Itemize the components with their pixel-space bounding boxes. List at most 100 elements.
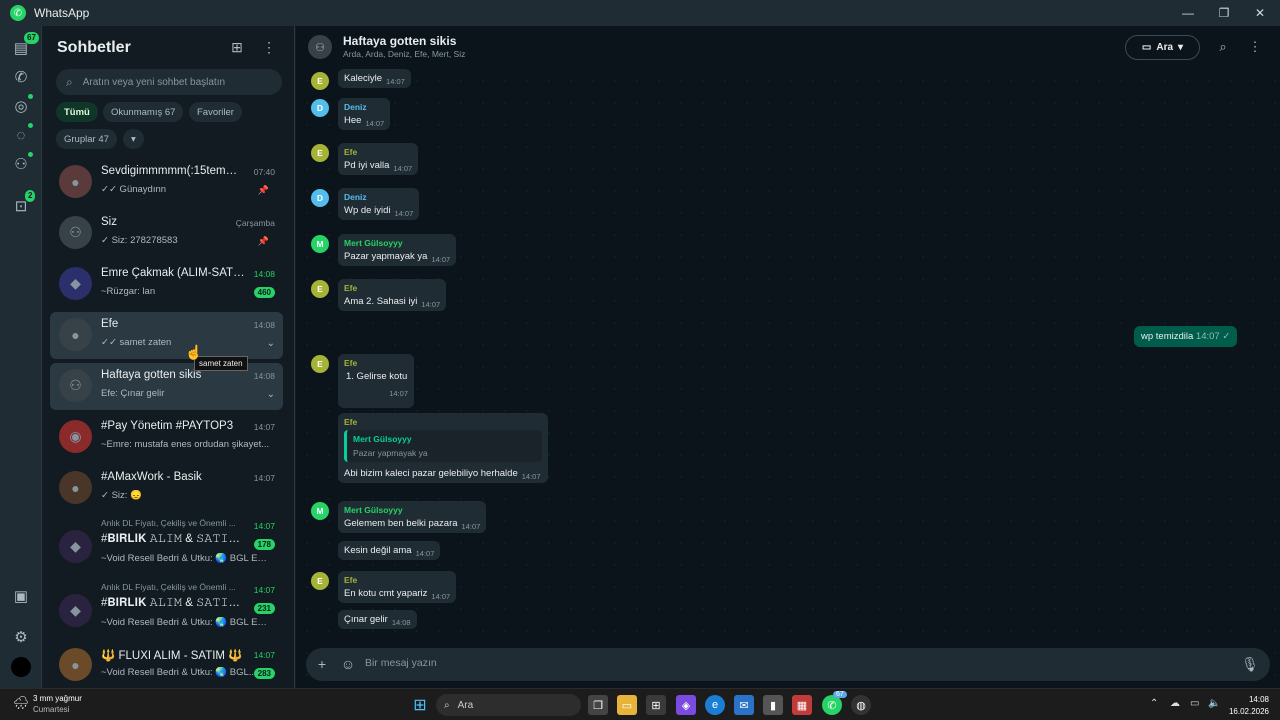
menu-icon[interactable]: ⋮ xyxy=(1246,38,1264,56)
message-input[interactable] xyxy=(365,657,1215,669)
chat-item[interactable]: ◆ Emre Çakmak (ALIM-SATIM) ... 14:08 ~Rü… xyxy=(50,261,283,308)
new-chat-icon[interactable]: ⊞ xyxy=(228,38,246,56)
close-button[interactable]: ✕ xyxy=(1242,0,1278,26)
volume-icon[interactable]: 🔈 xyxy=(1208,698,1220,709)
calls-icon[interactable]: ✆ xyxy=(11,67,31,87)
group-name[interactable]: Haftaya gotten sikis xyxy=(343,34,456,48)
media-icon[interactable]: ▣ xyxy=(11,586,31,606)
sender-name[interactable]: Efe xyxy=(344,417,542,427)
search-input[interactable] xyxy=(82,76,263,88)
task-view-icon[interactable]: ❐ xyxy=(588,695,608,715)
maximize-button[interactable]: ❐ xyxy=(1206,0,1242,26)
sender-avatar[interactable]: D xyxy=(311,189,329,207)
group-avatar[interactable]: ⚇ xyxy=(308,35,332,59)
filter-favorites[interactable]: Favoriler xyxy=(189,102,242,122)
microphone-icon[interactable]: 🎙 xyxy=(1241,656,1259,672)
message-time: 14:07 xyxy=(415,549,435,558)
sender-avatar[interactable]: M xyxy=(311,502,329,520)
sender-avatar[interactable]: M xyxy=(311,235,329,253)
game-icon[interactable]: ▦ xyxy=(792,695,812,715)
chat-item[interactable]: ● Efe 14:08 ✓✓ samet zaten ⌄ xyxy=(50,312,283,359)
message-time: 14:07 xyxy=(394,209,414,218)
profile-avatar[interactable] xyxy=(11,657,31,677)
filter-groups[interactable]: Gruplar 47 xyxy=(56,129,117,149)
sidebar-title: Sohbetler xyxy=(57,39,131,56)
office-icon[interactable]: ◈ xyxy=(676,695,696,715)
sender-name[interactable]: Efe xyxy=(344,283,440,293)
attach-plus-icon[interactable]: + xyxy=(314,656,330,672)
chat-item[interactable]: Anlık DL Fiyatı, Çekiliş ve Önemli ... ◆… xyxy=(50,580,283,636)
emoji-icon[interactable]: ☺ xyxy=(340,656,356,672)
network-icon[interactable]: ▭ xyxy=(1190,698,1199,709)
chat-item[interactable]: ● Sevdigimmmmm(:15temmuz 07:40 ✓✓ Günayd… xyxy=(50,159,283,206)
chat-preview: ~Void Resell Bedri & Utku: 🌏 BGL... xyxy=(101,667,257,678)
menu-icon[interactable]: ⋮ xyxy=(260,38,278,56)
sender-name[interactable]: Deniz xyxy=(344,102,384,112)
message-bubble: Efe Ama 2. Sahasi iyi 14:07 xyxy=(338,279,447,311)
message-time: 14:07 xyxy=(393,164,413,173)
store-icon[interactable]: ⊞ xyxy=(646,695,666,715)
outgoing-message: wp temizdila 14:07 ✓ xyxy=(1134,326,1238,347)
message-bubble-reply: Efe Mert Gülsoyyy Pazar yapmayak ya Abi … xyxy=(338,413,548,483)
sender-name[interactable]: Efe xyxy=(344,147,412,157)
settings-icon[interactable]: ⚙ xyxy=(11,627,31,647)
sender-avatar[interactable]: E xyxy=(311,355,329,373)
chevron-up-icon[interactable]: ⌃ xyxy=(1150,698,1158,709)
clock[interactable]: 14:08 16.02.2026 xyxy=(1229,694,1269,718)
sender-avatar[interactable]: E xyxy=(311,572,329,590)
chat-item-active[interactable]: ⚇ Haftaya gotten sikis 14:08 Efe: Çınar … xyxy=(50,363,283,410)
chat-name: 🔱 FLUXI ALIM - SATIM 🔱 xyxy=(101,650,243,662)
filter-all[interactable]: Tümü xyxy=(56,102,98,122)
whatsapp-taskbar-icon[interactable]: ✆ xyxy=(822,695,842,715)
message-bubble: Efe 1. Gelirse kotu 14:07 xyxy=(338,354,414,408)
sender-name[interactable]: Deniz xyxy=(344,192,413,202)
mail-icon[interactable]: ✉ xyxy=(734,695,754,715)
sender-name[interactable]: Mert Gülsoyyy xyxy=(344,505,480,515)
sender-avatar[interactable]: E xyxy=(311,72,329,90)
group-avatar: ⚇ xyxy=(59,369,92,402)
sender-avatar[interactable]: E xyxy=(311,144,329,162)
taskbar-search[interactable]: ⌕ Ara xyxy=(436,694,581,716)
sender-name[interactable]: Mert Gülsoyyy xyxy=(344,238,450,248)
search-icon[interactable]: ⌕ xyxy=(1214,38,1232,56)
chat-item[interactable]: ⚇ Siz Çarşamba ✓ Siz: 278278583 📌 xyxy=(50,210,283,257)
chat-item[interactable]: ◉ #Pay Yönetim #PAYTOP3 14:07 ~Emre: mus… xyxy=(50,414,283,461)
filter-unread[interactable]: Okunmamış 67 xyxy=(103,102,184,122)
avatar: ● xyxy=(59,165,92,198)
status-icon[interactable]: ◎ xyxy=(11,96,31,116)
sender-avatar[interactable]: E xyxy=(311,280,329,298)
communities-icon[interactable]: ⚇ xyxy=(11,154,31,174)
search-box[interactable]: ⌕ xyxy=(56,69,282,95)
chat-time: 14:08 xyxy=(253,320,275,330)
chat-item[interactable]: Anlık DL Fiyatı, Çekiliş ve Önemli ... ◆… xyxy=(50,516,283,572)
chevron-down-icon[interactable]: ⌄ xyxy=(267,338,275,349)
file-explorer-icon[interactable]: ▭ xyxy=(617,695,637,715)
chat-item[interactable]: ● 🔱 FLUXI ALIM - SATIM 🔱 14:07 ~Void Res… xyxy=(50,642,283,688)
clock-date: 16.02.2026 xyxy=(1228,707,1269,716)
sender-avatar[interactable]: D xyxy=(311,99,329,117)
cloud-icon[interactable]: ☁ xyxy=(1170,698,1180,709)
search-icon: ⌕ xyxy=(444,699,450,711)
filter-more[interactable]: ▾ xyxy=(123,129,144,149)
chevron-down-icon[interactable]: ⌄ xyxy=(267,389,275,400)
weather-title[interactable]: 3 mm yağmur xyxy=(33,694,82,703)
minimize-button[interactable]: — xyxy=(1170,0,1206,26)
sender-name[interactable]: Efe xyxy=(344,575,450,585)
message-time: 14:07 xyxy=(389,389,408,398)
message-text: Pd iyi valla xyxy=(344,160,390,171)
windows-start-icon[interactable]: ⊞ xyxy=(410,695,430,715)
chrome-icon[interactable]: ◍ xyxy=(851,695,871,715)
call-button[interactable]: ▭ Ara ▾ xyxy=(1125,35,1200,60)
app-icon[interactable]: ▮ xyxy=(763,695,783,715)
sender-name[interactable]: Efe xyxy=(344,358,408,368)
chat-name: #𝐁𝐈𝐑𝐋𝐈𝐊 𝙰𝙻𝙸𝙼 & 𝚂𝙰𝚃𝙸𝙼 #1 ... xyxy=(101,597,246,609)
chat-time: 14:07 xyxy=(253,521,275,531)
chat-item[interactable]: ● #AMaxWork - Basik 14:07 ✓ Siz: 😞 xyxy=(50,465,283,512)
quoted-message[interactable]: Mert Gülsoyyy Pazar yapmayak ya xyxy=(344,430,542,462)
edge-icon[interactable]: e xyxy=(705,695,725,715)
channels-icon[interactable]: ◌ xyxy=(11,125,31,145)
weather-icon[interactable]: 🌧 xyxy=(11,693,31,713)
message-time: 14:07 xyxy=(386,77,405,86)
conversation-header[interactable]: ⚇ Haftaya gotten sikis Arda, Arda, Deniz… xyxy=(296,26,1280,69)
chat-name: Emre Çakmak (ALIM-SATIM) ... xyxy=(101,267,246,279)
